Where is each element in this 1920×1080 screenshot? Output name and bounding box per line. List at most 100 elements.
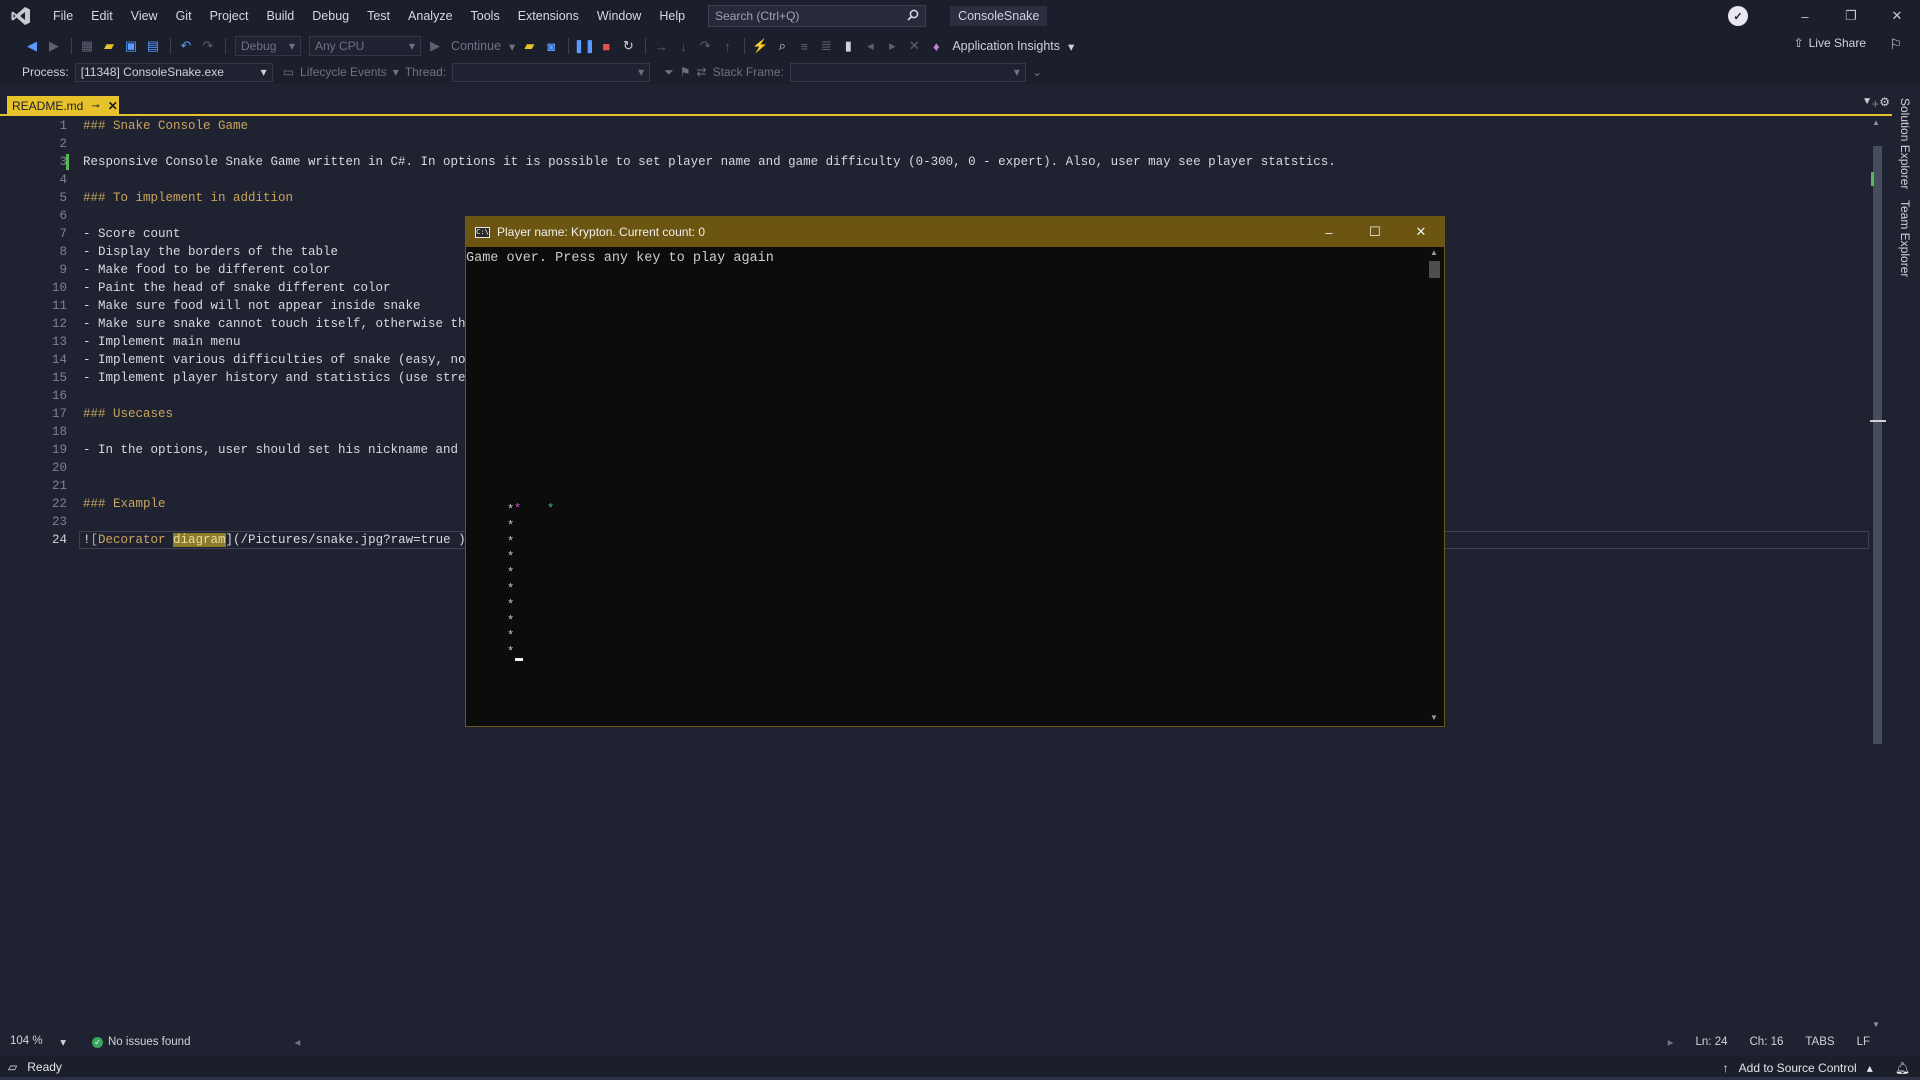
toolbar-overflow-icon[interactable]: ⌄ <box>1032 65 1042 79</box>
clear-bookmarks-icon[interactable]: ✕ <box>904 36 924 56</box>
comment-icon[interactable]: ≡ <box>794 36 814 56</box>
menu-analyze[interactable]: Analyze <box>399 0 461 32</box>
scroll-right-arrow-icon[interactable]: ▸ <box>1668 1035 1674 1049</box>
side-tab-team-explorer[interactable]: Team Explorer <box>1898 200 1912 277</box>
scroll-up-arrow-icon[interactable]: ▲ <box>1872 118 1880 127</box>
configuration-dropdown[interactable]: Debug ▾ <box>235 36 301 56</box>
line-ending-indicator[interactable]: LF <box>1857 1036 1870 1048</box>
lifecycle-events-icon[interactable]: ▭ <box>283 65 294 79</box>
console-window[interactable]: C:\ Player name: Krypton. Current count:… <box>465 216 1445 727</box>
process-dropdown[interactable]: [11348] ConsoleSnake.exe ▾ <box>74 62 273 82</box>
application-insights-icon[interactable]: ♦ <box>926 36 946 56</box>
restore-button[interactable]: ❐ <box>1828 0 1874 32</box>
open-file-icon[interactable]: ▰ <box>99 36 119 56</box>
flag-threads-icon[interactable]: ⚑ <box>680 65 691 79</box>
restart-icon[interactable]: ↻ <box>618 36 638 56</box>
add-to-source-control-button[interactable]: Add to Source Control <box>1739 1061 1857 1075</box>
chevron-down-icon[interactable]: ▾ <box>1068 39 1074 54</box>
open-folder-icon[interactable]: ▰ <box>519 36 539 56</box>
scroll-down-arrow-icon[interactable]: ▼ <box>1430 713 1438 722</box>
tab-readme[interactable]: README.md ⊸ ✕ <box>7 96 119 116</box>
show-next-statement-icon[interactable]: → <box>651 36 671 56</box>
chevron-down-icon[interactable]: ▾ <box>509 39 515 54</box>
feedback-icon[interactable]: ⚐ <box>1889 36 1902 53</box>
side-tab-solution-explorer[interactable]: Solution Explorer <box>1898 98 1912 189</box>
navigate-back-icon[interactable]: ◀ <box>22 36 42 56</box>
gear-icon[interactable]: ⚙ <box>1879 95 1890 109</box>
stop-debugging-icon[interactable]: ■ <box>596 36 616 56</box>
platform-dropdown[interactable]: Any CPU ▾ <box>309 36 421 56</box>
output-window-icon[interactable]: ▱ <box>8 1060 17 1074</box>
minimize-button[interactable]: – <box>1782 0 1828 32</box>
issues-indicator[interactable]: ✓ No issues found <box>92 1036 190 1048</box>
break-all-icon[interactable]: ❚❚ <box>573 36 595 56</box>
save-all-icon[interactable]: ▤ <box>143 36 163 56</box>
notifications-bell-icon[interactable]: 🔔︎ <box>1895 1061 1910 1075</box>
screenshot-icon[interactable]: ◙ <box>541 36 561 56</box>
next-bookmark-icon[interactable]: ▸ <box>882 36 902 56</box>
indentation-indicator[interactable]: TABS <box>1805 1036 1834 1048</box>
console-maximize-button[interactable]: ☐ <box>1352 217 1398 247</box>
tab-overflow-icon[interactable]: ▼ <box>1862 96 1872 107</box>
navigate-forward-icon[interactable]: ▶ <box>44 36 64 56</box>
find-in-files-icon[interactable]: ⌕ <box>772 36 792 56</box>
console-scrollbar-thumb[interactable] <box>1429 261 1440 278</box>
filter-icon[interactable]: ⏷ <box>664 65 674 80</box>
line-number: 21 <box>51 479 67 493</box>
pin-icon[interactable]: ⊸ <box>91 101 99 112</box>
close-button[interactable]: ✕ <box>1874 0 1920 32</box>
zoom-dropdown[interactable]: 104 % ▾ <box>10 1035 66 1049</box>
visual-studio-logo-icon[interactable] <box>10 5 32 27</box>
search-icon[interactable] <box>907 9 919 24</box>
menu-extensions[interactable]: Extensions <box>509 0 588 32</box>
step-over-icon[interactable]: ↷ <box>695 36 715 56</box>
step-into-icon[interactable]: ↓ <box>673 36 693 56</box>
menu-tools[interactable]: Tools <box>462 0 509 32</box>
menu-window[interactable]: Window <box>588 0 650 32</box>
editor-vertical-scrollbar[interactable]: ✛ ▲ ▼ <box>1869 100 1886 1034</box>
scroll-left-arrow-icon[interactable]: ◂ <box>294 1035 300 1049</box>
menu-view[interactable]: View <box>122 0 167 32</box>
continue-icon[interactable]: ▶ <box>425 36 445 56</box>
close-tab-icon[interactable]: ✕ <box>108 99 118 113</box>
new-project-icon[interactable]: ▦ <box>77 36 97 56</box>
menu-edit[interactable]: Edit <box>82 0 122 32</box>
continue-button[interactable]: Continue <box>451 39 501 53</box>
menu-build[interactable]: Build <box>257 0 303 32</box>
menu-test[interactable]: Test <box>358 0 399 32</box>
console-title-bar[interactable]: C:\ Player name: Krypton. Current count:… <box>466 217 1444 247</box>
line-indicator[interactable]: Ln: 24 <box>1696 1036 1728 1048</box>
chevron-down-icon[interactable]: ▾ <box>393 65 399 79</box>
menu-git[interactable]: Git <box>167 0 201 32</box>
console-minimize-button[interactable]: – <box>1306 217 1352 247</box>
stack-frame-icon[interactable]: ⇄ <box>697 65 707 79</box>
redo-icon[interactable]: ↷ <box>198 36 218 56</box>
menu-help[interactable]: Help <box>650 0 694 32</box>
thread-dropdown[interactable]: ▾ <box>452 62 651 82</box>
scrollbar-thumb[interactable] <box>1873 146 1882 744</box>
stack-frame-dropdown[interactable]: ▾ <box>789 62 1026 82</box>
uncomment-icon[interactable]: ≣ <box>816 36 836 56</box>
lifecycle-events-button[interactable]: Lifecycle Events <box>300 65 387 79</box>
split-editor-icon[interactable]: ✛ <box>1872 100 1879 109</box>
previous-bookmark-icon[interactable]: ◂ <box>860 36 880 56</box>
undo-icon[interactable]: ↶ <box>176 36 196 56</box>
live-share-button[interactable]: ⇧ Live Share <box>1794 36 1866 50</box>
scroll-down-arrow-icon[interactable]: ▼ <box>1872 1020 1880 1029</box>
save-icon[interactable]: ▣ <box>121 36 141 56</box>
console-scrollbar[interactable]: ▲ ▼ <box>1426 247 1443 726</box>
console-output[interactable]: Game over. Press any key to play again *… <box>466 247 1424 726</box>
step-out-icon[interactable]: ↑ <box>717 36 737 56</box>
application-insights-button[interactable]: Application Insights <box>952 39 1060 53</box>
menu-debug[interactable]: Debug <box>303 0 358 32</box>
scroll-up-arrow-icon[interactable]: ▲ <box>1430 248 1438 257</box>
menu-file[interactable]: File <box>44 0 82 32</box>
menu-project[interactable]: Project <box>201 0 258 32</box>
console-close-button[interactable]: ✕ <box>1398 217 1444 247</box>
account-avatar-icon[interactable]: ✓ <box>1728 6 1748 26</box>
search-input[interactable]: Search (Ctrl+Q) <box>708 5 927 27</box>
hot-reload-icon[interactable]: ⚡ <box>750 36 770 56</box>
chevron-up-icon[interactable]: ▴ <box>1867 1061 1873 1075</box>
column-indicator[interactable]: Ch: 16 <box>1750 1036 1784 1048</box>
bookmark-icon[interactable]: ▮ <box>838 36 858 56</box>
